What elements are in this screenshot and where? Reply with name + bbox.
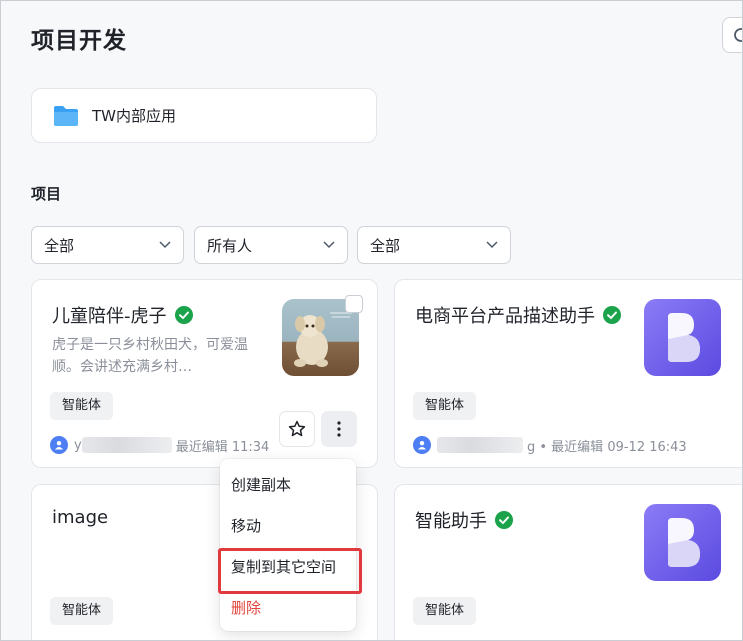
verified-icon <box>603 306 621 324</box>
filter-type-select[interactable]: 全部 <box>31 226 184 264</box>
card-title-text: 电商平台产品描述助手 <box>415 306 595 327</box>
card-tag: 智能体 <box>50 597 114 625</box>
avatar <box>413 436 431 454</box>
project-card[interactable]: 智能助手 智能体 <box>394 484 742 640</box>
favorite-button[interactable] <box>279 411 315 447</box>
menu-item-move[interactable]: 移动 <box>220 506 356 547</box>
card-title-text: 儿童陪伴-虎子 <box>52 306 167 327</box>
card-meta-text: 最近编辑 11:34 <box>175 439 270 455</box>
star-icon <box>288 420 306 437</box>
user-icon <box>55 441 63 450</box>
card-context-menu: 创建副本 移动 复制到其它空间 删除 <box>218 459 362 631</box>
app-window: 项目开发 TW内部应用 项目 全部 所有人 全部 儿童陪伴-虎子 虎子是一只乡村… <box>0 0 743 641</box>
redacted-author-name <box>437 437 523 453</box>
card-title-text: image <box>52 507 109 528</box>
search-button[interactable] <box>722 17 742 53</box>
card-tag: 智能体 <box>413 597 477 625</box>
card-title: 儿童陪伴-虎子 <box>52 302 193 328</box>
filter-owner-label: 所有人 <box>207 236 253 255</box>
menu-item-copy-to-other-space[interactable]: 复制到其它空间 <box>218 547 362 594</box>
chevron-down-icon <box>486 241 498 249</box>
search-icon <box>734 28 742 42</box>
card-title: image <box>52 507 108 528</box>
verified-icon <box>495 511 513 529</box>
card-tag: 智能体 <box>50 392 114 420</box>
project-card[interactable]: 儿童陪伴-虎子 虎子是一只乡村秋田犬，可爱温顺。会讲述充满乡村… 智能体 y 最… <box>31 279 378 468</box>
app-logo-icon <box>668 313 700 362</box>
card-title: 电商平台产品描述助手 <box>415 302 621 328</box>
card-meta: g • 最近编辑 09-12 16:43 <box>413 435 687 455</box>
filter-owner-select[interactable]: 所有人 <box>194 226 348 264</box>
filter-status-select[interactable]: 全部 <box>357 226 511 264</box>
user-icon <box>418 441 426 450</box>
chevron-down-icon <box>323 241 335 249</box>
card-tag: 智能体 <box>413 392 477 420</box>
folder-icon <box>54 105 78 126</box>
app-logo-thumbnail <box>644 504 721 581</box>
card-title: 智能助手 <box>415 507 513 533</box>
select-checkbox[interactable] <box>345 295 363 313</box>
chevron-down-icon <box>159 241 171 249</box>
filter-status-label: 全部 <box>370 236 401 255</box>
filter-type-label: 全部 <box>44 236 75 255</box>
avatar <box>50 436 68 454</box>
folder-card[interactable]: TW内部应用 <box>31 88 377 143</box>
author-initial: y <box>74 437 82 453</box>
page-title: 项目开发 <box>31 28 127 54</box>
redacted-author-name <box>81 437 172 453</box>
card-title-text: 智能助手 <box>415 511 487 532</box>
app-logo-icon <box>668 518 700 567</box>
card-description: 虎子是一只乡村秋田犬，可爱温顺。会讲述充满乡村… <box>52 337 248 375</box>
menu-item-delete[interactable]: 删除 <box>220 588 356 629</box>
section-title: 项目 <box>31 185 62 203</box>
verified-icon <box>174 306 193 324</box>
more-vertical-icon <box>337 421 341 437</box>
more-options-button[interactable] <box>321 411 357 447</box>
app-logo-thumbnail <box>644 299 721 376</box>
card-meta: y 最近编辑 11:34 <box>50 435 269 455</box>
card-meta-text: g • 最近编辑 09-12 16:43 <box>527 439 687 455</box>
project-card[interactable]: 电商平台产品描述助手 智能体 g • 最近编辑 09-12 16:43 <box>394 279 742 468</box>
folder-name: TW内部应用 <box>92 107 176 125</box>
menu-item-duplicate[interactable]: 创建副本 <box>220 465 356 506</box>
